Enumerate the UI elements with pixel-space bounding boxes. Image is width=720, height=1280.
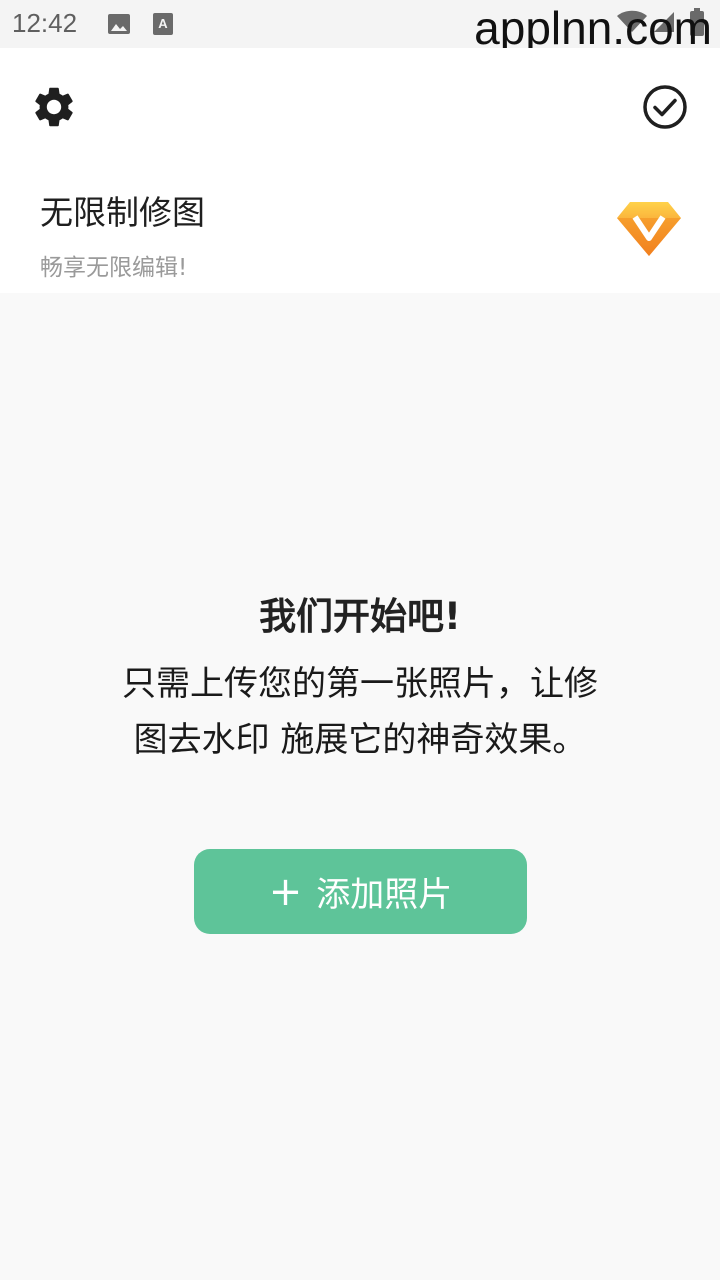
- plus-icon: +: [268, 868, 303, 915]
- add-photo-label: 添加照片: [316, 875, 453, 915]
- promo-title: 无限制修图: [40, 193, 205, 232]
- status-time: 12:42: [12, 8, 78, 38]
- watermark-text: applnn.com: [474, 2, 712, 54]
- settings-button[interactable]: [30, 83, 78, 131]
- svg-text:A: A: [158, 16, 168, 31]
- unlimited-edit-promo[interactable]: 无限制修图 畅享无限编辑!: [0, 164, 720, 293]
- keyboard-a-icon: A: [152, 12, 174, 40]
- check-circle-icon: [643, 85, 687, 129]
- top-toolbar: [0, 48, 720, 164]
- gear-icon: [35, 87, 73, 127]
- add-photo-button[interactable]: + 添加照片: [194, 849, 527, 934]
- image-icon: [107, 12, 131, 40]
- status-bar: 12:42 A applnn.com: [0, 0, 720, 54]
- empty-state-message: 只需上传您的第一张照片，让修图去水印 施展它的神奇效果。: [122, 664, 598, 760]
- promo-subtitle: 畅享无限编辑!: [40, 255, 188, 281]
- confirm-button[interactable]: [641, 83, 689, 131]
- vip-diamond-icon: [617, 202, 681, 256]
- empty-state-title: 我们开始吧!: [259, 595, 461, 638]
